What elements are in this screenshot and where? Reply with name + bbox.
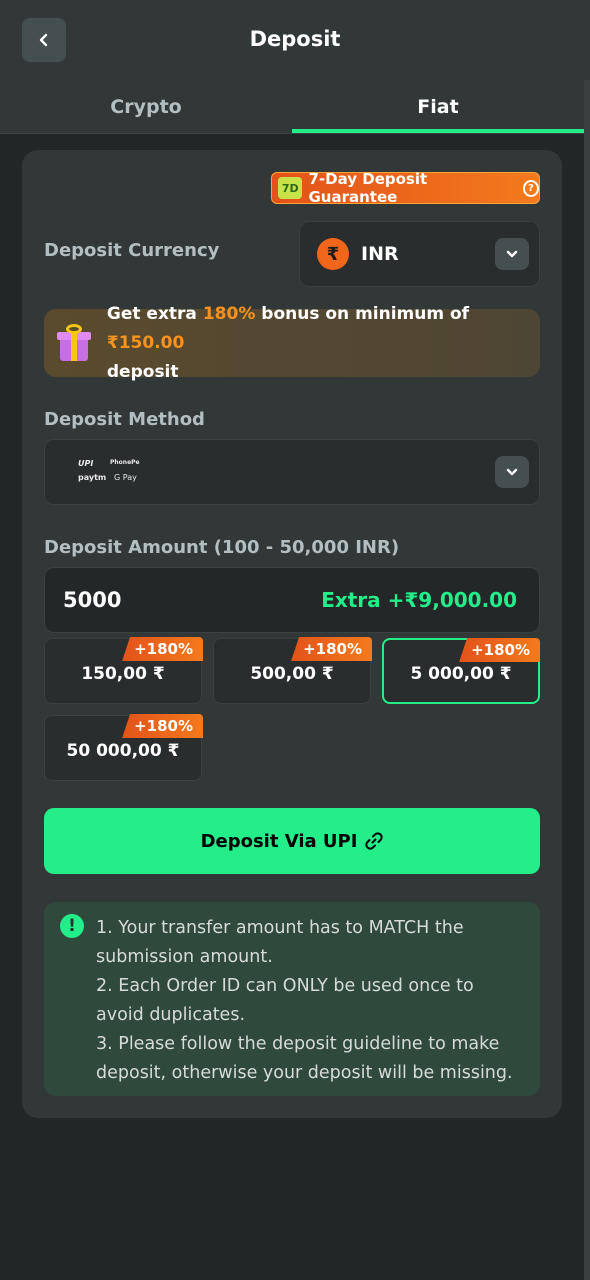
preset-amount-50000[interactable]: +180% 50 000,00 ₹ [44,714,203,781]
tab-fiat[interactable]: Fiat [292,80,584,134]
amount-extra: Extra +₹9,000.00 [321,588,517,612]
amount-label: Deposit Amount (100 - 50,000 INR) [44,537,400,558]
bonus-minimum: ₹150.00 [106,332,185,353]
tab-bar: Crypto Fiat [0,80,590,134]
currency-dropdown-button[interactable] [495,238,529,270]
preset-label: 150,00 ₹ [81,664,165,684]
header: Deposit [0,0,590,80]
preset-label: 500,00 ₹ [250,664,334,684]
method-select[interactable]: UPI PhonePe paytm G Pay [44,439,540,505]
method-dropdown-button[interactable] [495,456,529,488]
preset-badge: +180% [291,637,372,661]
link-icon [365,832,384,850]
upi-logo: UPI [78,459,94,468]
preset-label: 5 000,00 ₹ [410,664,512,684]
chevron-down-icon [506,468,518,476]
page-title: Deposit [249,27,341,51]
notice-line: 3. Please follow the deposit guideline t… [96,1034,500,1054]
deposit-button-label: Deposit Via UPI [200,830,358,852]
deposit-card: 7D 7-Day Deposit Guarantee ? Deposit Cur… [22,150,562,1118]
preset-badge: +180% [122,637,203,661]
bonus-percent: 180% [202,303,256,324]
preset-label: 50 000,00 ₹ [66,741,180,761]
phonepe-logo: PhonePe [110,459,140,466]
preset-amount-5000[interactable]: +180% 5 000,00 ₹ [382,638,540,704]
scrollbar[interactable] [584,80,590,1280]
preset-amount-500[interactable]: +180% 500,00 ₹ [213,637,372,704]
bonus-banner: Get extra 180% bonus on minimum of ₹150.… [44,304,540,382]
gpay-logo: G Pay [114,473,137,482]
tab-crypto[interactable]: Crypto [0,80,292,134]
notice-line: 1. Your transfer amount has to MATCH the [96,918,464,938]
guarantee-icon: 7D [278,177,303,199]
deposit-notice: ! 1. Your transfer amount has to MATCH t… [44,902,540,1096]
rupee-icon: ₹ [317,238,349,270]
currency-select[interactable]: ₹ INR [299,221,540,287]
notice-line: submission amount. [96,947,273,967]
guarantee-label: 7-Day Deposit Guarantee [308,170,428,206]
deposit-via-upi-button[interactable]: Deposit Via UPI [44,808,540,874]
notice-line: 2. Each Order ID can ONLY be used once t… [96,976,474,996]
notice-line: avoid duplicates. [96,1005,246,1025]
guarantee-badge[interactable]: 7D 7-Day Deposit Guarantee ? [271,170,540,206]
amount-input[interactable]: 5000 Extra +₹9,000.00 [44,567,540,633]
payment-logos: UPI PhonePe paytm G Pay [78,457,148,489]
amount-value: 5000 [63,588,122,612]
preset-badge: +180% [459,638,540,662]
chevron-down-icon [506,250,518,258]
preset-badge: +180% [122,714,203,738]
active-tab-indicator [292,129,584,133]
currency-label: Deposit Currency [44,240,220,261]
currency-code: INR [361,243,399,265]
notice-line: deposit, otherwise your deposit will be … [96,1063,513,1083]
bonus-text: Get extra 180% bonus on minimum of ₹150.… [106,303,470,382]
preset-amount-150[interactable]: +180% 150,00 ₹ [44,637,203,704]
exclamation-icon: ! [60,914,84,938]
help-icon[interactable]: ? [522,179,539,197]
gift-icon [54,323,93,363]
method-label: Deposit Method [44,409,205,430]
paytm-logo: paytm [78,473,107,482]
